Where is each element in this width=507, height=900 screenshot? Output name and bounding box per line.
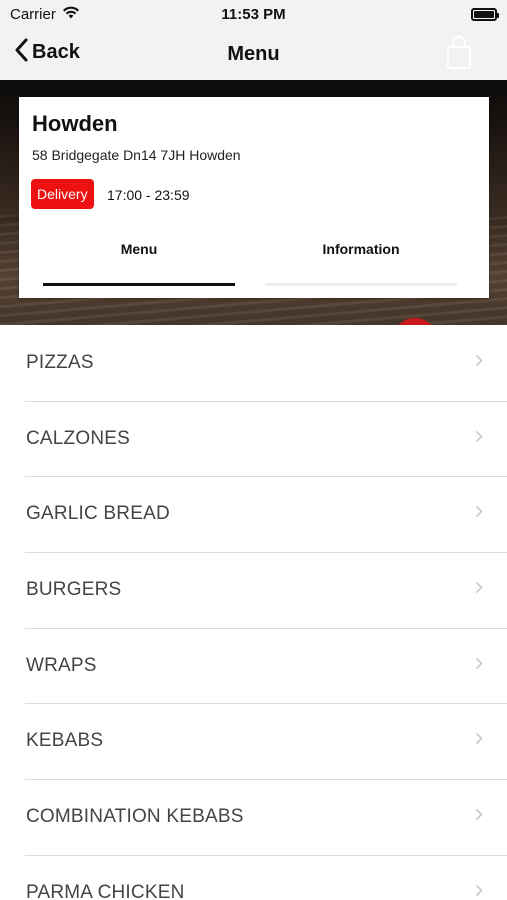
- list-item-parma-chicken[interactable]: PARMA CHICKEN: [0, 854, 507, 900]
- carrier-label: Carrier: [10, 5, 56, 23]
- chevron-right-icon: [475, 808, 483, 826]
- opening-hours: 17:00 - 23:59: [107, 187, 190, 203]
- status-bar: Carrier 11:53 PM: [0, 0, 507, 28]
- tab-information[interactable]: Information: [265, 241, 457, 257]
- chevron-right-icon: [475, 732, 483, 750]
- chevron-left-icon: [14, 38, 28, 67]
- restaurant-name: Howden: [32, 111, 118, 136]
- list-item-burgers[interactable]: BURGERS: [0, 552, 507, 628]
- chevron-right-icon: [475, 354, 483, 372]
- chevron-right-icon: [475, 581, 483, 599]
- shopping-bag-icon: [445, 36, 473, 74]
- list-item-pizzas[interactable]: PIZZAS: [0, 325, 507, 401]
- restaurant-address: 58 Bridgegate Dn14 7JH Howden: [32, 147, 241, 163]
- back-button[interactable]: Back: [14, 38, 80, 67]
- chevron-right-icon: [475, 505, 483, 523]
- battery-icon: [471, 7, 499, 21]
- restaurant-info-card: Howden 58 Bridgegate Dn14 7JH Howden Del…: [19, 97, 489, 298]
- tab-menu-indicator: [43, 283, 235, 286]
- menu-item-label: GARLIC BREAD: [26, 503, 170, 525]
- delivery-badge: Delivery: [31, 179, 94, 209]
- menu-category-list: PIZZAS CALZONES GARLIC BREAD BURGERS WRA…: [0, 325, 507, 900]
- chevron-right-icon: [475, 430, 483, 448]
- status-left: Carrier: [10, 6, 80, 23]
- page-title: Menu: [227, 42, 280, 65]
- menu-item-label: PARMA CHICKEN: [26, 881, 185, 900]
- tab-menu[interactable]: Menu: [43, 241, 235, 257]
- wifi-icon: [62, 6, 80, 23]
- list-item-wraps[interactable]: WRAPS: [0, 627, 507, 704]
- menu-item-label: KEBABS: [26, 730, 104, 752]
- navigation-bar: Back Menu: [0, 28, 507, 80]
- list-item-calzones[interactable]: CALZONES: [0, 400, 507, 477]
- chevron-right-icon: [475, 884, 483, 900]
- menu-item-label: CALZONES: [26, 427, 131, 449]
- tab-information-indicator: [265, 283, 457, 286]
- chevron-right-icon: [475, 657, 483, 675]
- menu-item-label: PIZZAS: [26, 351, 94, 373]
- list-item-combination-kebabs[interactable]: COMBINATION KEBABS: [0, 779, 507, 855]
- menu-item-label: BURGERS: [26, 578, 122, 600]
- menu-item-label: COMBINATION KEBABS: [26, 805, 244, 827]
- cart-button[interactable]: [445, 36, 473, 75]
- list-item-garlic-bread[interactable]: GARLIC BREAD: [0, 476, 507, 552]
- back-label: Back: [32, 41, 80, 63]
- menu-item-label: WRAPS: [26, 654, 97, 676]
- list-item-kebabs[interactable]: KEBABS: [0, 703, 507, 779]
